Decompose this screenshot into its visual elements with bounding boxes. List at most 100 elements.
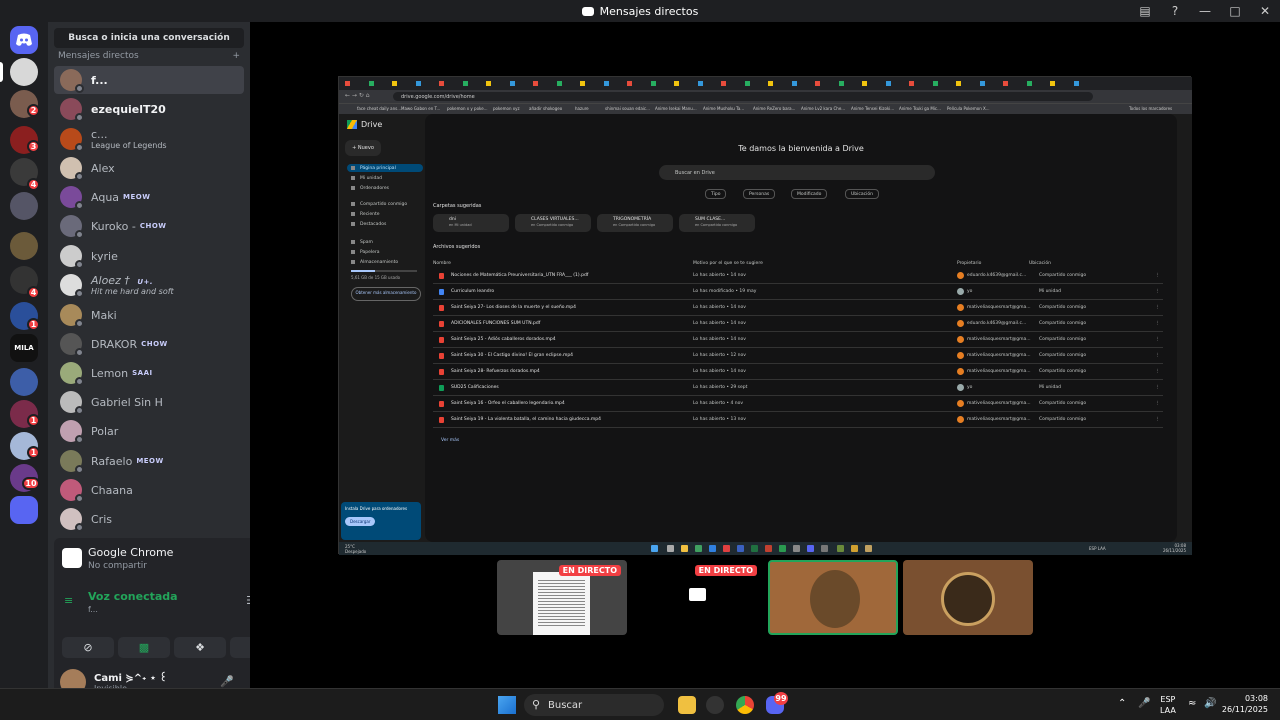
owner-avatar	[957, 368, 964, 375]
taskbar-search[interactable]: ⚲ Buscar	[524, 694, 664, 716]
file-type-icon	[439, 337, 444, 343]
browser-tab	[345, 77, 367, 89]
camera-button[interactable]: ⊘	[62, 637, 114, 658]
server-icon[interactable]	[10, 58, 38, 86]
dm-item[interactable]: c... League of Legends	[54, 125, 244, 153]
nav-recent: Reciente	[347, 210, 423, 218]
microphone-icon[interactable]: 🎤	[220, 675, 234, 688]
dm-item[interactable]: kyrie	[54, 242, 244, 270]
tray-arrow-icon[interactable]: ⌃	[1118, 698, 1126, 709]
owner-avatar	[957, 352, 964, 359]
help-icon[interactable]: ?	[1160, 0, 1190, 22]
browser-tab	[721, 77, 743, 89]
file-name: Saint Seiya 28- Refuerzos dorados.mp4	[451, 369, 540, 374]
live-badge: EN DIRECTO	[694, 565, 757, 576]
col-name: Nombre	[433, 261, 451, 266]
server-icon[interactable]	[10, 192, 38, 220]
volume-icon[interactable]: 🔊	[1204, 698, 1216, 709]
app-icon	[821, 545, 828, 552]
server-icon[interactable]	[10, 368, 38, 396]
signal-icon[interactable]: ≡	[64, 594, 73, 607]
file-location: Compartido conmigo	[1039, 321, 1087, 326]
dm-item[interactable]: Gabriel Sin H	[54, 388, 244, 416]
dm-item[interactable]: Aqua MEOW	[54, 183, 244, 211]
discord-home-icon[interactable]	[10, 26, 38, 54]
dm-name: Kuroko -	[91, 219, 136, 233]
file-reason: Lo has abierto • 14 nov	[693, 305, 746, 310]
username: Cami ⋟^˖ ⋆ ꒰	[94, 673, 168, 684]
dm-item[interactable]: Maki	[54, 301, 244, 329]
dm-item[interactable]: Chaana	[54, 476, 244, 504]
document-preview	[533, 572, 590, 635]
participant-tile[interactable]	[903, 560, 1033, 635]
dm-item[interactable]: DRAKOR CHOW	[54, 330, 244, 358]
file-name: Saint Seiya 19 - La violenta batalla, el…	[451, 417, 601, 422]
screen-share-button[interactable]: ▩	[118, 637, 170, 658]
notification-badge: 10	[22, 477, 40, 490]
windows-taskbar: ⚲ Buscar 99 ⌃ 🎤 ESP LAA ≈ 🔊 03:08 26/11/20…	[0, 688, 1280, 720]
server-list: 2 3 4 4 1 MILA 1 1 10	[0, 22, 48, 688]
add-dm-icon[interactable]: +	[232, 51, 240, 61]
maximize-button[interactable]: □	[1220, 0, 1250, 22]
screen-share-view[interactable]: ← → ↻ ⌂ drive.google.com/drive/home face…	[338, 76, 1192, 555]
file-name: Saint Seiya 25 - Adiós caballeros dorado…	[451, 337, 556, 342]
activities-button[interactable]: ❖	[174, 637, 226, 658]
dm-search-button[interactable]: Busca o inicia una conversación	[54, 28, 244, 48]
window-controls: ▤ ? — □ ✕	[1130, 0, 1280, 22]
dm-item[interactable]: Rafaelo MEOW	[54, 447, 244, 475]
minimize-button[interactable]: —	[1190, 0, 1220, 22]
bookmark: Película Pokemon X...	[947, 106, 990, 111]
server-pill	[0, 62, 3, 82]
dm-item[interactable]: Lemon SAAI	[54, 359, 244, 387]
wifi-icon[interactable]: ≈	[1188, 698, 1196, 709]
browser-tab	[1073, 77, 1096, 89]
app-icon	[751, 545, 758, 552]
file-row: Saint Seiya 19 - La violenta batalla, el…	[433, 413, 1163, 428]
language-indicator[interactable]: ESP LAA	[1160, 694, 1176, 716]
dm-name: Rafaelo	[91, 454, 133, 468]
stream-tile[interactable]: EN DIRECTO	[497, 560, 627, 635]
drive-search: Buscar en Drive	[659, 165, 935, 180]
file-name: Saint Seiya 27- Los dioses de la muerte …	[451, 305, 577, 310]
mic-tray-icon[interactable]: 🎤	[1138, 698, 1150, 709]
dm-name: Aqua	[91, 190, 120, 204]
inbox-button[interactable]: ▤	[1130, 0, 1160, 22]
browser-tab	[368, 77, 391, 89]
dm-item[interactable]: Polar	[54, 417, 244, 445]
dm-item[interactable]: Aloez † U+. Hit me hard and soft	[54, 271, 244, 299]
dm-item[interactable]: Cris	[54, 505, 244, 533]
browser-tab	[462, 77, 485, 89]
file-reason: Lo has abierto • 14 nov	[693, 273, 746, 278]
stream-tile[interactable]: EN DIRECTO	[633, 560, 763, 635]
dm-item[interactable]: f...	[54, 66, 244, 94]
app-icon[interactable]	[706, 696, 724, 714]
more-icon: ⋮	[1155, 369, 1160, 374]
file-explorer-icon[interactable]	[678, 696, 696, 714]
file-type-icon	[439, 321, 444, 327]
avatar	[60, 69, 84, 93]
dm-name: Polar	[91, 424, 119, 438]
clan-tag: U+.	[137, 278, 154, 286]
close-button[interactable]: ✕	[1250, 0, 1280, 22]
nav-my-drive: Mi unidad	[347, 174, 423, 182]
browser-tab	[815, 77, 837, 89]
avatar	[60, 508, 84, 532]
dm-name: Maki	[91, 308, 117, 322]
dm-item[interactable]: Kuroko - CHOW	[54, 212, 244, 240]
dm-item[interactable]: ezequielT20	[54, 95, 244, 123]
windows-start-icon[interactable]	[498, 696, 516, 714]
file-owner: mativeliasquesmart@gma...	[967, 353, 1031, 358]
server-icon[interactable]	[10, 232, 38, 260]
chrome-icon[interactable]	[736, 696, 754, 714]
file-owner: yo	[967, 385, 973, 390]
server-mila[interactable]: MILA	[10, 334, 38, 362]
welcome-title: Te damos la bienvenida a Drive	[738, 144, 864, 153]
more-icon: ⋮	[1155, 401, 1160, 406]
participant-tile-speaking[interactable]	[768, 560, 898, 635]
dm-item[interactable]: Alex	[54, 154, 244, 182]
server-icon[interactable]	[10, 496, 38, 524]
clock[interactable]: 03:08 26/11/2025	[1222, 693, 1268, 715]
taskbar-badge: 99	[774, 692, 788, 705]
avatar	[60, 215, 84, 239]
browser-tab	[674, 77, 696, 89]
